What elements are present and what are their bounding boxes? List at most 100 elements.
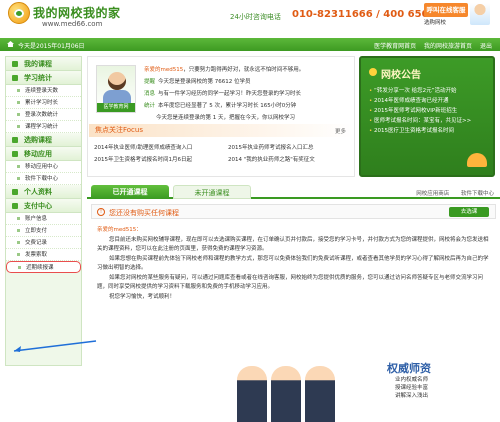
focus-title: 焦点关注Focus [89, 124, 353, 137]
sidebar-item-software-download[interactable]: 软件下载中心 [6, 173, 81, 185]
sidebar-item-login-count[interactable]: 登录次数统计 [6, 109, 81, 121]
welcome-line-reminder: 提醒 今天您是登录网校的第 76612 位学员 [144, 77, 251, 85]
phone-icon [12, 151, 18, 157]
sidebar-section-buy-courses[interactable]: 选购课程 [6, 133, 81, 147]
welcome-panel: 医学教育网 亲爱的med515，只要努力跑得再好对，就永远不怕时间不够用。 提醒… [87, 56, 355, 177]
home-icon[interactable] [7, 41, 14, 47]
no-course-message: 您还没有购买任何课程 [109, 209, 179, 217]
sidebar-section-my-courses[interactable]: 我的课程 [6, 57, 81, 71]
top-nav-bar: 今天是2015年01月06日 医学教育网首页 我的网校旅游首页 退出 [0, 38, 500, 51]
sidebar-section-label: 支付中心 [24, 202, 52, 210]
sidebar-section-profile[interactable]: 个人资料 [6, 185, 81, 199]
sidebar-item-renewal[interactable]: 近期续报课 [6, 261, 81, 273]
sidebar-item-mobile-center[interactable]: 移动应用中心 [6, 161, 81, 173]
no-course-message-bar: ! 您还没有购买任何课程 去选课 [91, 204, 496, 219]
faculty-subtitle-line: 业内权威名师 [395, 377, 429, 383]
letter-paragraph: 如果您对网校的某些服务有疑问，可以通过问题库查看或者在线咨询客服，网校始终为您提… [97, 274, 484, 291]
main-content: 医学教育网 亲爱的med515，只要努力跑得再好对，就永远不怕时间不够用。 提醒… [87, 56, 500, 422]
sidebar-item-pay-now[interactable]: 立即支付 [6, 225, 81, 237]
news-link[interactable]: 2014 "我的执业药师之路"有奖征文 [228, 155, 315, 163]
nav-link-logout[interactable]: 退出 [480, 43, 492, 50]
service-avatar-icon [470, 3, 490, 25]
notice-item[interactable]: 2015年医师考试网校VIP新班招生 [369, 106, 471, 116]
software-download-link[interactable]: 软件下载中心 [461, 191, 494, 197]
tab-unopened-courses[interactable]: 未开通课程 [173, 185, 251, 199]
welcome-line-streak: 今天您是连续登录的第 1 天，把握在今天，你以网校学习 [156, 113, 295, 121]
avatar-head-icon [108, 72, 126, 90]
notice-item[interactable]: 2015医疗卫生资格考试报名时间 [369, 126, 471, 136]
letter-salute: 亲爱的med515： [97, 227, 142, 233]
header: 我的网校我的家 www.med66.com 24小时咨询电话 010-82311… [0, 0, 500, 30]
welcome-letter: 亲爱的med515： 您目前还未购买网校辅导课程，现在即可以去选课购买课程，在订… [97, 226, 492, 302]
faculty-subtitle: 业内权威名师 授课经验丰富 讲解深入浅出 [395, 375, 428, 399]
logo-icon [8, 2, 30, 24]
notice-item[interactable]: “转发分享一次 给您2元”活动开始 [369, 86, 471, 96]
online-service-box[interactable]: 呼叫在线客服 选购网校 [424, 3, 492, 26]
teacher-photo [237, 366, 267, 422]
letter-paragraph: 祝您学习愉快，考试顺利！ [109, 293, 176, 300]
faculty-subtitle-line: 讲解深入浅出 [395, 393, 429, 399]
teacher-photo [305, 366, 335, 422]
line-tag: 提醒 [144, 79, 156, 85]
news-link[interactable]: 2014年执业医师/助理医师成绩查询入口 [94, 143, 192, 151]
current-date: 今天是2015年01月06日 [18, 43, 85, 50]
line-text: 与有一件学习经历的同学一起学习！昨天您登录的学习时长 [158, 91, 302, 97]
line-tag: 消息 [144, 91, 156, 97]
sidebar-item-study-time[interactable]: 累计学习时长 [6, 97, 81, 109]
sidebar-item-login-days[interactable]: 连续登录天数 [6, 85, 81, 97]
notice-item[interactable]: 医师考试报名时间：某宝有，共见证>> [369, 116, 471, 126]
sidebar: 我的课程 学习统计 连续登录天数 累计学习时长 登录次数统计 课程学习统计 选购… [5, 56, 82, 366]
tab-extras: 网校应用商店 软件下载中心 [406, 189, 494, 197]
greeting-name: 亲爱的med515 [144, 67, 184, 73]
notice-board: 网校公告 “转发分享一次 给您2元”活动开始 2014年医师成绩查询已经开通 2… [359, 56, 495, 177]
notice-item[interactable]: 2014年医师成绩查询已经开通 [369, 96, 471, 106]
sidebar-section-label: 学习统计 [24, 74, 52, 82]
faculty-subtitle-line: 授课经验丰富 [395, 385, 429, 391]
letter-paragraph: 您目前还未购买网校辅导课程，现在即可以去选课购买课程，在订单确认页并付款后，接受… [97, 236, 489, 253]
avatar-body-icon [103, 90, 131, 104]
nav-links: 医学教育网首页 我的网校旅游首页 退出 [368, 41, 492, 50]
greeting-text: ，只要努力跑得再好对，就永远不怕时间不够用。 [183, 67, 305, 73]
notice-list: “转发分享一次 给您2元”活动开始 2014年医师成绩查询已经开通 2015年医… [369, 86, 471, 136]
app-store-link[interactable]: 网校应用商店 [416, 191, 449, 197]
line-text: 本年度您已经显著了 5 次，累计学习时长 165小时0分钟 [158, 103, 297, 109]
cart-icon [12, 137, 18, 143]
nav-link-home[interactable]: 医学教育网首页 [374, 43, 416, 50]
line-text: 今天您是连续登录的第 1 天，把握在今天，你以网校学习 [156, 115, 295, 121]
avatar: 医学教育网 [96, 65, 136, 113]
welcome-line-message: 消息 与有一件学习经历的同学一起学习！昨天您登录的学习时长 [144, 89, 301, 97]
wallet-icon [12, 203, 18, 209]
letter-paragraph: 如果您想在购买课程前先体验下网校老师和课程的教学方式，那您可以免费体验我们的免费… [97, 255, 489, 272]
welcome-line-stats: 统计 本年度您已经显著了 5 次，累计学习时长 165小时0分钟 [144, 101, 296, 109]
notice-title: 网校公告 [369, 66, 421, 81]
sidebar-item-payment-history[interactable]: 交费记录 [6, 237, 81, 249]
news-link[interactable]: 2015年执业药师考试报名入口汇总 [228, 143, 314, 151]
sidebar-section-study-stats[interactable]: 学习统计 [6, 71, 81, 85]
nav-link-my-school[interactable]: 我的网校旅游首页 [424, 43, 472, 50]
info-icon: ! [97, 208, 105, 216]
sidebar-section-label: 个人资料 [24, 188, 52, 196]
avatar-caption: 医学教育网 [97, 103, 135, 112]
sidebar-item-invoice[interactable]: 发票索取 [6, 249, 81, 261]
sidebar-section-payment[interactable]: 支付中心 [6, 199, 81, 213]
tab-opened-courses[interactable]: 已开通课程 [91, 185, 169, 199]
online-service-button[interactable]: 呼叫在线客服 [424, 3, 468, 17]
choose-course-button[interactable]: 去选课 [449, 207, 489, 217]
sidebar-section-mobile[interactable]: 移动应用 [6, 147, 81, 161]
news-link[interactable]: 2015年卫生资格考试报名时间1月6日起 [94, 155, 192, 163]
online-service-sub[interactable]: 选购网校 [424, 18, 446, 26]
sidebar-item-course-stats[interactable]: 课程学习统计 [6, 121, 81, 133]
greeting: 亲爱的med515，只要努力跑得再好对，就永远不怕时间不够用。 [144, 65, 304, 73]
sidebar-section-label: 移动应用 [24, 150, 52, 158]
sidebar-section-label: 选购课程 [24, 136, 52, 144]
line-text: 今天您是登录网校的第 76612 位学员 [158, 79, 251, 85]
logo-url: www.med66.com [42, 20, 103, 28]
sidebar-item-account[interactable]: 账户信息 [6, 213, 81, 225]
focus-more-link[interactable]: 更多 [335, 127, 346, 135]
faculty-title: 权威师资 [387, 362, 431, 375]
line-tag: 统计 [144, 103, 156, 109]
user-icon [12, 189, 18, 195]
chart-icon [12, 75, 18, 81]
teacher-photo [271, 366, 301, 422]
course-tabs: 已开通课程 未开通课程 网校应用商店 软件下载中心 [87, 185, 500, 199]
